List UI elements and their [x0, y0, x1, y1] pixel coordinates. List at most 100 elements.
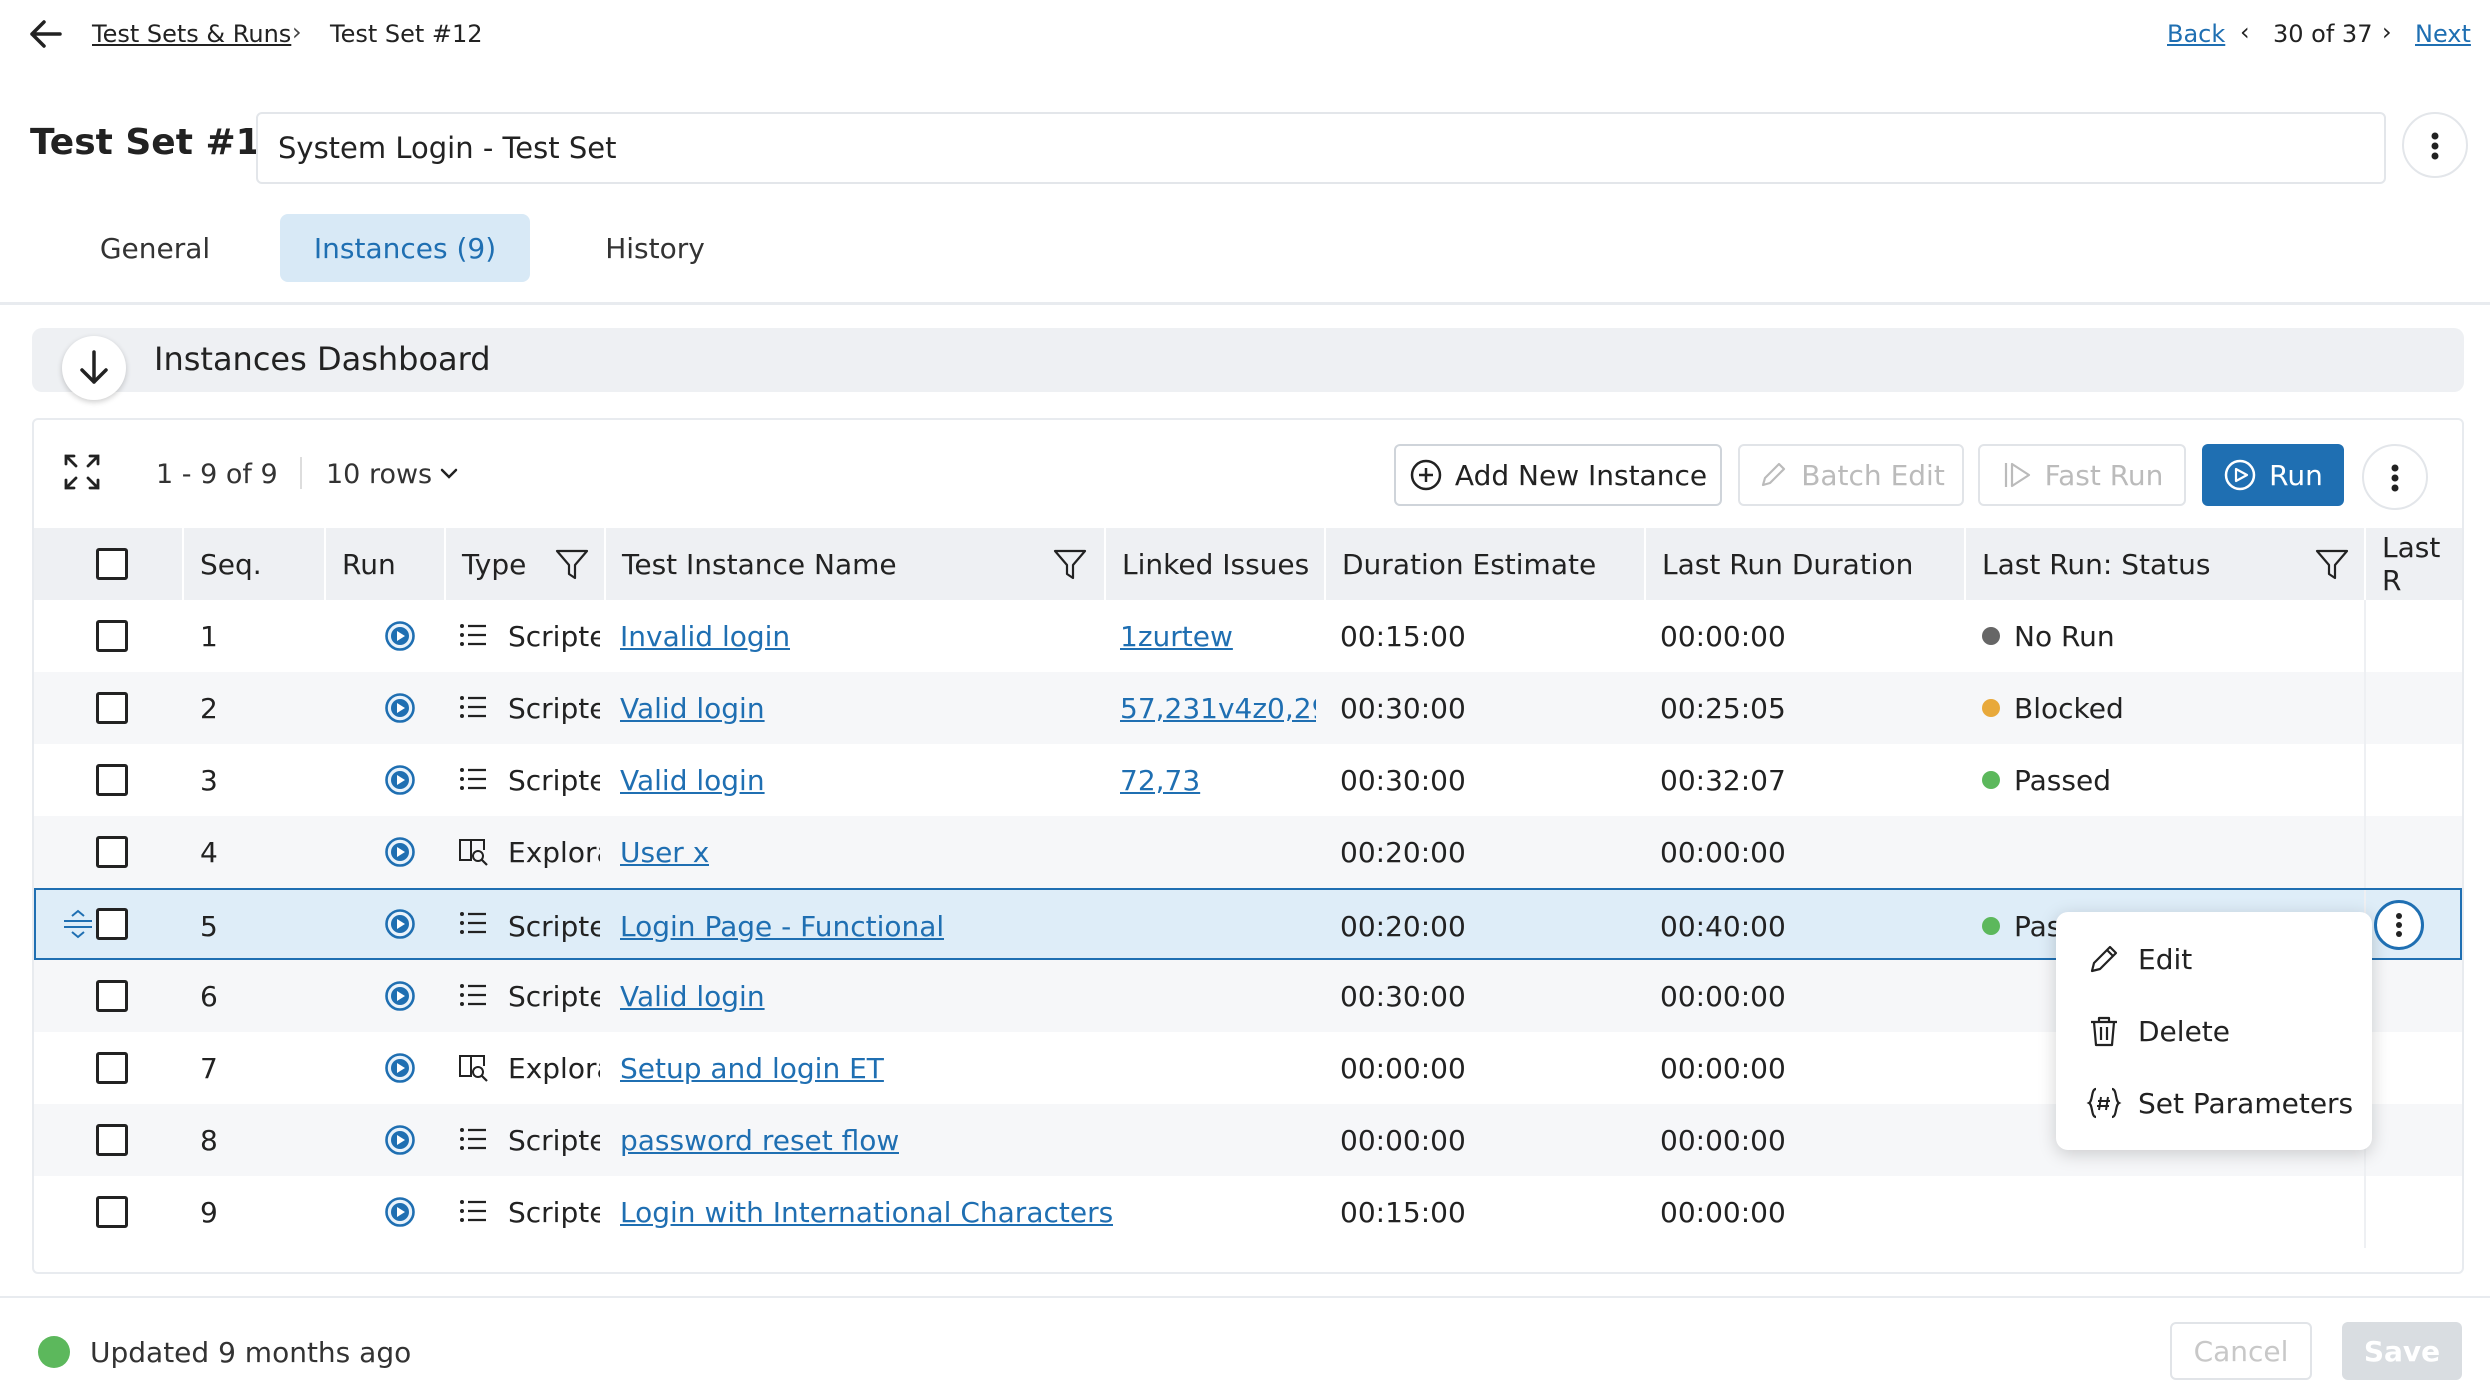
run-instance-icon[interactable]: [384, 980, 416, 1012]
tab-general[interactable]: General: [80, 214, 230, 282]
back-arrow-icon[interactable]: [26, 14, 66, 54]
status-cell: Blocked: [1982, 672, 2124, 744]
instance-name-link[interactable]: Valid login: [620, 980, 765, 1013]
pencil-icon: [2090, 945, 2118, 973]
seq-cell: 5: [200, 909, 218, 943]
nav-back-link[interactable]: Back: [2167, 20, 2225, 48]
breadcrumb-parent-link[interactable]: Test Sets & Runs: [92, 20, 291, 48]
instance-name-link[interactable]: Valid login: [620, 692, 765, 725]
duration-estimate-cell: 00:30:00: [1340, 979, 1466, 1013]
run-instance-icon[interactable]: [384, 692, 416, 724]
instance-name-link[interactable]: User x: [620, 836, 709, 869]
column-header-type[interactable]: Type: [462, 528, 526, 600]
column-separator: [1104, 528, 1106, 600]
filter-icon[interactable]: [1052, 546, 1088, 582]
menu-item-delete[interactable]: Delete: [2056, 996, 2372, 1066]
run-instance-icon[interactable]: [384, 908, 416, 940]
run-instance-icon[interactable]: [384, 764, 416, 796]
add-new-instance-button[interactable]: Add New Instance: [1394, 444, 1722, 506]
duration-estimate-cell: 00:15:00: [1340, 619, 1466, 653]
nav-next-link[interactable]: Next: [2415, 20, 2471, 48]
table-row[interactable]: 3 Scriptec Valid login 72,73 00:30:00 00:32:0…: [34, 744, 2462, 816]
run-instance-icon[interactable]: [384, 1124, 416, 1156]
divider: [0, 1296, 2490, 1298]
status-label: Blocked: [2014, 691, 2124, 725]
run-instance-icon[interactable]: [384, 836, 416, 868]
test-set-name-input[interactable]: [256, 112, 2386, 184]
instance-name-link[interactable]: Setup and login ET: [620, 1052, 884, 1085]
menu-item-edit[interactable]: Edit: [2056, 924, 2372, 994]
run-instance-icon[interactable]: [384, 620, 416, 652]
type-cell: Scriptec: [508, 763, 600, 797]
column-header-last-run[interactable]: Last R: [2382, 528, 2462, 600]
chevron-right-icon[interactable]: ›: [2382, 18, 2392, 46]
row-checkbox[interactable]: [96, 764, 128, 796]
row-more-options-button[interactable]: [2374, 900, 2424, 950]
filter-icon[interactable]: [554, 546, 590, 582]
instance-name-link[interactable]: password reset flow: [620, 1124, 899, 1157]
menu-item-label: Set Parameters: [2138, 1086, 2354, 1120]
list-icon: [458, 764, 488, 794]
drag-handle-icon[interactable]: [62, 908, 94, 940]
seq-cell: 4: [200, 835, 218, 869]
instance-name-link[interactable]: Login Page - Functional: [620, 910, 944, 943]
fast-run-label: Fast Run: [2044, 458, 2164, 492]
column-header-last-run-duration[interactable]: Last Run Duration: [1662, 528, 1913, 600]
status-label: Pas: [2014, 909, 2062, 943]
row-checkbox[interactable]: [96, 908, 128, 940]
more-options-button[interactable]: [2402, 112, 2468, 178]
row-checkbox[interactable]: [96, 620, 128, 652]
last-run-duration-cell: 00:00:00: [1660, 1123, 1786, 1157]
column-header-duration-estimate[interactable]: Duration Estimate: [1342, 528, 1596, 600]
linked-issues-link[interactable]: 72,73: [1120, 764, 1200, 797]
cancel-button[interactable]: Cancel: [2170, 1322, 2312, 1380]
column-header-name[interactable]: Test Instance Name: [622, 528, 897, 600]
duration-estimate-cell: 00:00:00: [1340, 1051, 1466, 1085]
instance-name-link[interactable]: Invalid login: [620, 620, 790, 653]
row-checkbox[interactable]: [96, 980, 128, 1012]
fast-run-button[interactable]: Fast Run: [1978, 444, 2186, 506]
menu-item-set-parameters[interactable]: Set Parameters: [2056, 1068, 2372, 1138]
seq-cell: 7: [200, 1051, 218, 1085]
tab-instances[interactable]: Instances (9): [280, 214, 530, 282]
dashboard-toggle-button[interactable]: [62, 336, 126, 400]
row-checkbox[interactable]: [96, 1196, 128, 1228]
list-icon: [458, 980, 488, 1010]
column-separator: [604, 528, 606, 600]
select-all-checkbox[interactable]: [96, 548, 128, 580]
row-checkbox[interactable]: [96, 1052, 128, 1084]
instance-name-link[interactable]: Valid login: [620, 764, 765, 797]
save-button[interactable]: Save: [2342, 1322, 2462, 1380]
linked-issues-link[interactable]: 57,231v4z0,29...: [1120, 692, 1316, 725]
table-row[interactable]: 4 Explora User x 00:20:00 00:00:00: [34, 816, 2462, 888]
filter-icon[interactable]: [2314, 546, 2350, 582]
breadcrumb-separator: ›: [292, 18, 302, 46]
row-checkbox[interactable]: [96, 836, 128, 868]
chevron-left-icon[interactable]: ‹: [2240, 18, 2250, 46]
column-header-seq[interactable]: Seq.: [200, 528, 262, 600]
run-instance-icon[interactable]: [384, 1052, 416, 1084]
run-button[interactable]: Run: [2202, 444, 2344, 506]
page-title: Test Set #12: [30, 122, 286, 163]
table-row[interactable]: 2 Scriptec Valid login 57,231v4z0,29... 00:3…: [34, 672, 2462, 744]
type-cell: Scriptec: [508, 909, 600, 943]
last-run-duration-cell: 00:25:05: [1660, 691, 1786, 725]
linked-issues-link[interactable]: 1zurtew: [1120, 620, 1233, 653]
expand-icon[interactable]: [62, 452, 102, 492]
batch-edit-button[interactable]: Batch Edit: [1738, 444, 1964, 506]
run-instance-icon[interactable]: [384, 1196, 416, 1228]
row-checkbox[interactable]: [96, 692, 128, 724]
column-header-last-run-status[interactable]: Last Run: Status: [1982, 528, 2210, 600]
column-header-linked-issues[interactable]: Linked Issues: [1122, 528, 1309, 600]
table-header: Seq. Run Type Test Instance Name Linked …: [34, 528, 2462, 600]
tab-history[interactable]: History: [580, 214, 730, 282]
chevron-down-icon[interactable]: [438, 462, 460, 484]
play-circle-icon: [2224, 459, 2256, 491]
table-row[interactable]: 9 Scriptec Login with International Charac…: [34, 1176, 2462, 1248]
instance-name-link[interactable]: Login with International Characters: [620, 1196, 1113, 1229]
row-checkbox[interactable]: [96, 1124, 128, 1156]
rows-per-page-select[interactable]: 10 rows: [326, 459, 432, 490]
table-more-options-button[interactable]: [2362, 444, 2428, 510]
table-row[interactable]: 1 Scriptec Invalid login 1zurtew 00:15:00 00:…: [34, 600, 2462, 672]
list-icon: [458, 908, 488, 938]
